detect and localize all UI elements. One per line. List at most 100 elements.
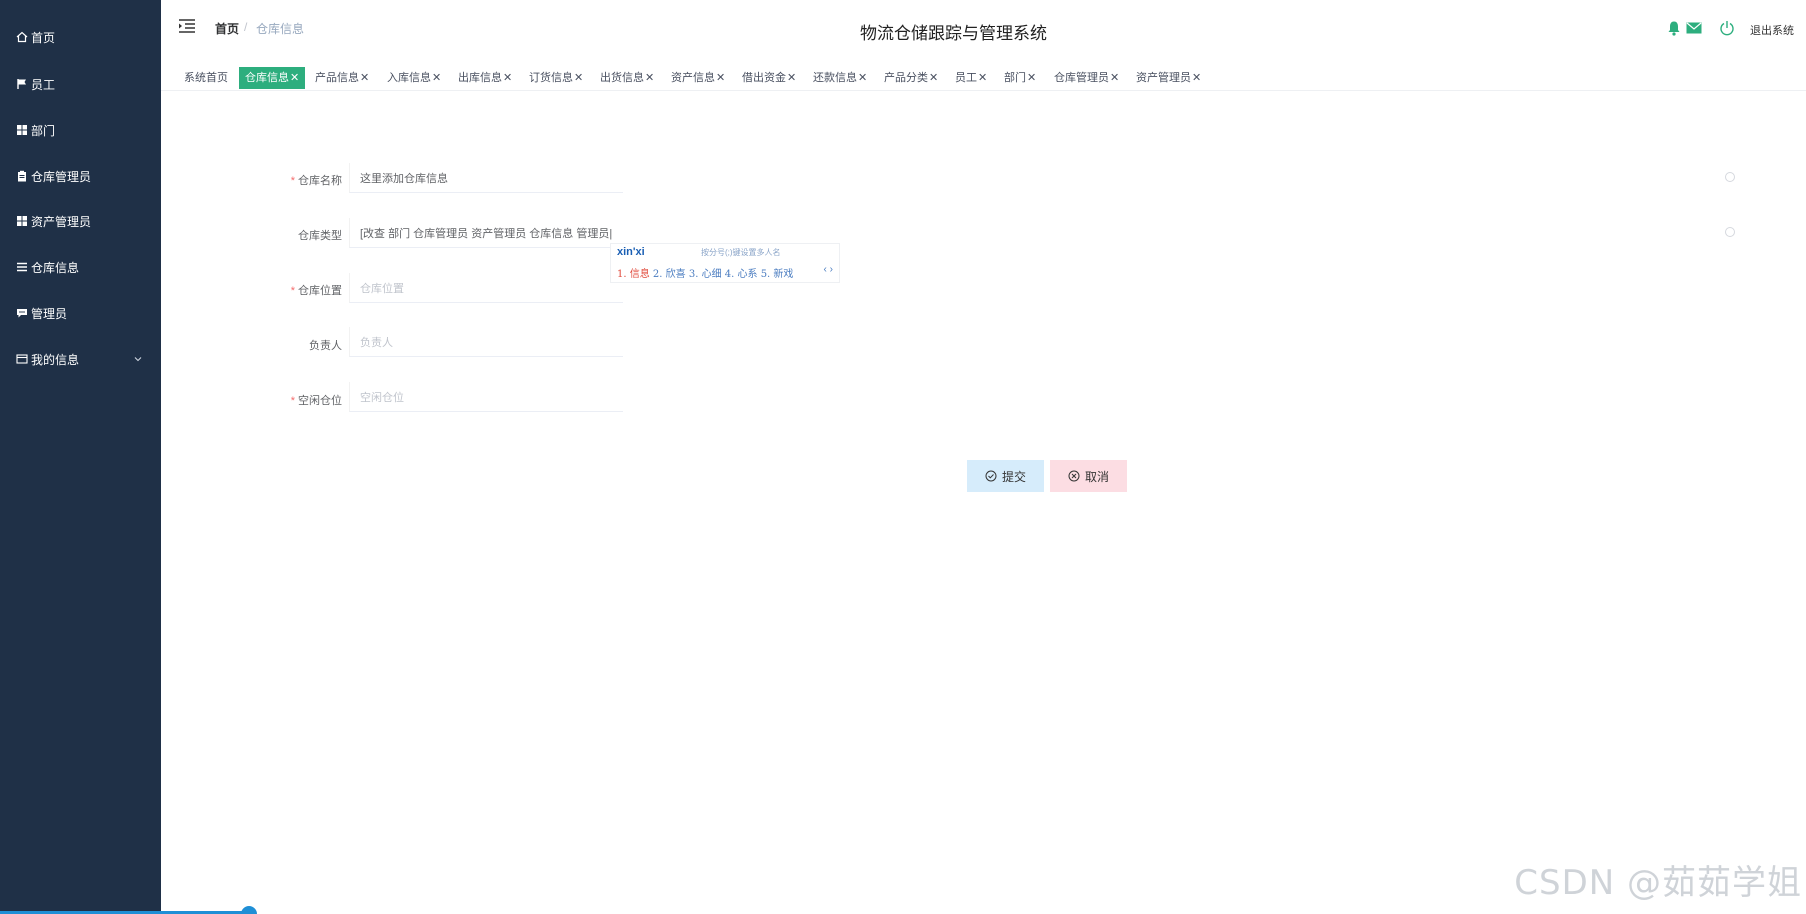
close-icon[interactable]: ✕ [574, 72, 583, 84]
sidebar-item-label: 管理员 [31, 306, 68, 321]
cancel-button[interactable]: 取消 [1050, 460, 1127, 492]
tag-label: 产品信息 [315, 72, 359, 84]
close-icon[interactable]: ✕ [1192, 72, 1201, 84]
tag-warehouse-info[interactable]: 仓库信息✕ [239, 67, 306, 89]
ime-candidate[interactable]: 1. 信息 [617, 269, 650, 280]
form-label: 负责人 [309, 340, 342, 352]
sidebar: 首页 员工 部门 仓库管理员 资产管理员 仓库信息 管理员 我的信息 [0, 0, 161, 914]
ime-candidate[interactable]: 2. 欣喜 [653, 269, 686, 280]
tag-shipment-info[interactable]: 出货信息✕ [600, 67, 654, 89]
warehouse-location-input[interactable]: 仓库位置 [349, 273, 623, 303]
tag-employee[interactable]: 员工✕ [955, 67, 987, 89]
home-icon [16, 31, 28, 43]
close-icon[interactable]: ✕ [787, 72, 796, 84]
watermark: CSDN @茹茹学姐 [1514, 863, 1802, 903]
sidebar-item-label: 员工 [31, 77, 56, 92]
list-icon [16, 261, 28, 273]
tag-repayment-info[interactable]: 还款信息✕ [813, 67, 867, 89]
flag-icon [16, 78, 28, 90]
sidebar-item-admin[interactable]: 管理员 [0, 298, 161, 328]
mail-icon[interactable] [1686, 22, 1702, 34]
bell-icon[interactable] [1667, 20, 1681, 36]
close-circle-icon [1068, 470, 1080, 482]
ime-hint: 按分号(;)键设置多人名 [701, 248, 781, 257]
sidebar-item-label: 我的信息 [31, 352, 80, 367]
tag-department[interactable]: 部门✕ [1004, 67, 1036, 89]
tag-label: 系统首页 [184, 72, 228, 84]
page-title: 物流仓储跟踪与管理系统 [860, 24, 1047, 43]
tag-label: 产品分类 [884, 72, 928, 84]
tag-stock-out[interactable]: 出库信息✕ [458, 67, 512, 89]
power-icon[interactable] [1719, 20, 1735, 36]
sidebar-item-my-info[interactable]: 我的信息 [0, 344, 161, 374]
tag-label: 部门 [1004, 72, 1026, 84]
tag-label: 借出资金 [742, 72, 786, 84]
tag-stock-in[interactable]: 入库信息✕ [387, 67, 441, 89]
tag-asset-admin[interactable]: 资产管理员✕ [1136, 67, 1201, 89]
sidebar-item-asset-admin[interactable]: 资产管理员 [0, 206, 161, 236]
form-label: 仓库类型 [298, 230, 342, 242]
close-icon[interactable]: ✕ [360, 72, 369, 84]
submit-button[interactable]: 提交 [967, 460, 1044, 492]
close-icon[interactable]: ✕ [716, 72, 725, 84]
tag-dashboard[interactable]: 系统首页 [184, 67, 228, 89]
tag-product-info[interactable]: 产品信息✕ [315, 67, 369, 89]
close-icon[interactable]: ✕ [432, 72, 441, 84]
required-mark: * [290, 175, 295, 187]
tag-label: 还款信息 [813, 72, 857, 84]
warehouse-name-input[interactable]: 这里添加仓库信息 [349, 163, 623, 193]
sidebar-item-label: 资产管理员 [31, 214, 92, 229]
logout-button[interactable]: 退出系统 [1750, 22, 1794, 38]
sidebar-item-warehouse-admin[interactable]: 仓库管理员 [0, 161, 161, 191]
manager-input[interactable]: 负责人 [349, 327, 623, 357]
tags-view: 系统首页 仓库信息✕ 产品信息✕ 入库信息✕ 出库信息✕ 订货信息✕ 出货信息✕… [161, 65, 1806, 91]
ime-candidate[interactable]: 4. 心系 [725, 269, 758, 280]
close-icon[interactable]: ✕ [645, 72, 654, 84]
free-slots-input[interactable]: 空闲仓位 [349, 382, 623, 412]
chevron-down-icon [133, 353, 143, 367]
close-icon[interactable]: ✕ [1110, 72, 1119, 84]
required-mark: * [290, 395, 295, 407]
close-icon[interactable]: ✕ [858, 72, 867, 84]
close-icon[interactable]: ✕ [290, 72, 299, 84]
sidebar-item-home[interactable]: 首页 [0, 22, 161, 52]
ime-candidate[interactable]: 5. 新戏 [761, 269, 794, 280]
clear-icon[interactable] [1725, 172, 1735, 182]
sidebar-item-label: 仓库管理员 [31, 169, 92, 184]
close-icon[interactable]: ✕ [978, 72, 987, 84]
check-circle-icon [985, 470, 997, 482]
cancel-label: 取消 [1084, 469, 1109, 484]
tag-label: 资产信息 [671, 72, 715, 84]
close-icon[interactable]: ✕ [1027, 72, 1036, 84]
tag-label: 仓库信息 [245, 72, 289, 84]
close-icon[interactable]: ✕ [929, 72, 938, 84]
sidebar-item-department[interactable]: 部门 [0, 115, 161, 145]
tag-product-category[interactable]: 产品分类✕ [884, 67, 938, 89]
sidebar-item-warehouse-info[interactable]: 仓库信息 [0, 252, 161, 282]
scrollbar-thumb[interactable] [241, 906, 257, 914]
grid-icon [16, 124, 28, 136]
tag-loaned-funds[interactable]: 借出资金✕ [742, 67, 796, 89]
tag-label: 员工 [955, 72, 977, 84]
sidebar-item-label: 首页 [31, 30, 56, 45]
ime-page-nav[interactable]: ‹ › [824, 264, 833, 275]
tag-label: 仓库管理员 [1054, 72, 1109, 84]
tag-order-info[interactable]: 订货信息✕ [529, 67, 583, 89]
form-label: * 仓库位置 [290, 285, 342, 297]
tag-label: 订货信息 [529, 72, 573, 84]
tag-label: 出货信息 [600, 72, 644, 84]
warehouse-type-input[interactable]: [改查 部门 仓库管理员 资产管理员 仓库信息 管理员| [349, 218, 623, 248]
form-label: * 仓库名称 [290, 175, 342, 187]
clear-icon[interactable] [1725, 227, 1735, 237]
comment-icon [16, 307, 28, 319]
clipboard-icon [16, 170, 28, 182]
required-mark: * [290, 285, 295, 297]
sidebar-item-employee[interactable]: 员工 [0, 69, 161, 99]
form-label: * 空闲仓位 [290, 395, 342, 407]
ime-pinyin: xin'xi [617, 246, 645, 258]
ime-candidate[interactable]: 3. 心细 [689, 269, 722, 280]
tag-asset-info[interactable]: 资产信息✕ [671, 67, 725, 89]
close-icon[interactable]: ✕ [503, 72, 512, 84]
tag-warehouse-admin[interactable]: 仓库管理员✕ [1054, 67, 1119, 89]
ime-candidates: 1. 信息 2. 欣喜 3. 心细 4. 心系 5. 新戏 [617, 265, 793, 280]
